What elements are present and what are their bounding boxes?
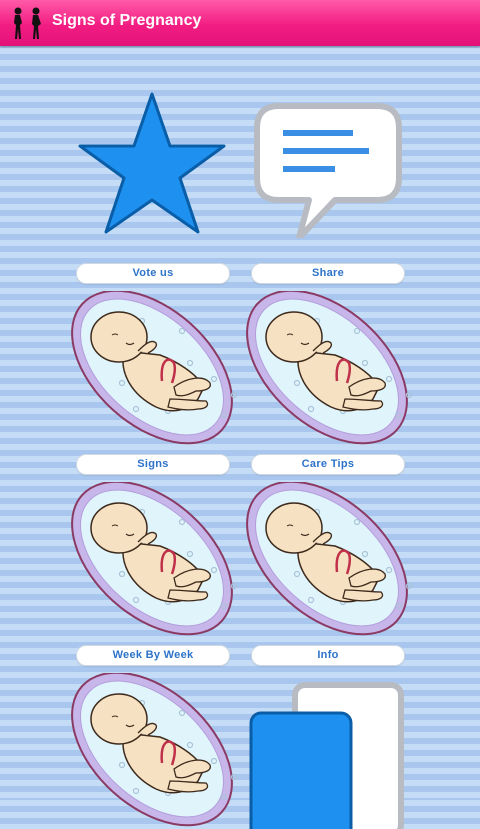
app-title: Signs of Pregnancy (52, 12, 202, 29)
care-tips-button[interactable]: Care Tips (251, 454, 405, 475)
pregnant-women-logo-icon (14, 7, 41, 39)
speech-bubble-icon (254, 103, 402, 238)
vote-us-button[interactable]: Vote us (76, 263, 230, 284)
fetus-icon (64, 482, 240, 638)
copy-pages-icon (249, 682, 404, 829)
fetus-icon (239, 291, 415, 447)
fetus-icon (64, 673, 240, 829)
share-button[interactable]: Share (251, 263, 405, 284)
app-header: Signs of Pregnancy (0, 0, 480, 46)
fetus-icon (64, 291, 240, 447)
signs-button[interactable]: Signs (76, 454, 230, 475)
info-button[interactable]: Info (251, 645, 405, 666)
week-by-week-button[interactable]: Week By Week (76, 645, 230, 666)
fetus-icon (239, 482, 415, 638)
star-icon (78, 92, 226, 234)
